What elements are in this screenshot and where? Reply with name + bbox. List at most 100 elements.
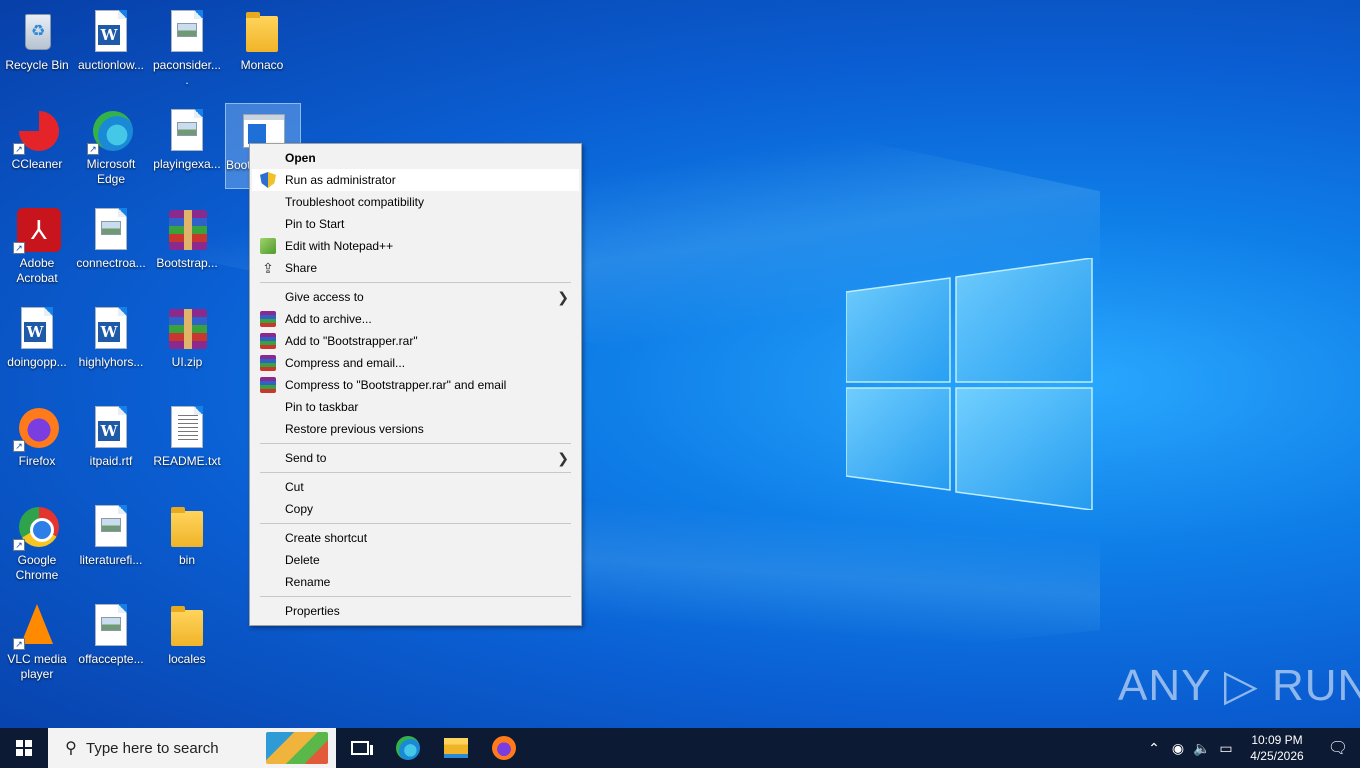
system-tray: ⌃ ◉ 🔈 ▭ 10:09 PM 4/25/2026 🗨 (1142, 728, 1360, 768)
desktop-icon-highlyhors[interactable]: W highlyhors... (74, 301, 148, 370)
desktop-icon-firefox[interactable]: ↗ Firefox (0, 400, 74, 469)
clock-date: 4/25/2026 (1250, 749, 1304, 763)
desktop-icon-bootstrap-rar[interactable]: Bootstrap... (150, 202, 224, 271)
menu-item-edit-with-notepadpp[interactable]: Edit with Notepad++ (252, 235, 579, 257)
desktop-icon-label: VLC media player (7, 652, 67, 681)
menu-item-label: Pin to taskbar (285, 400, 359, 414)
desktop-icon-doingopp[interactable]: W doingopp... (0, 301, 74, 370)
menu-separator (260, 282, 571, 283)
menu-item-delete[interactable]: Delete (252, 549, 579, 571)
shortcut-arrow-icon: ↗ (13, 638, 25, 650)
taskbar-file-explorer-button[interactable] (432, 728, 480, 768)
desktop-icon-label: README.txt (153, 454, 221, 468)
desktop-icon-vlc[interactable]: ↗ VLC media player (0, 598, 74, 682)
menu-item-add-to-archive[interactable]: Add to archive... (252, 308, 579, 330)
menu-item-label: Delete (285, 553, 320, 567)
desktop-icon-google-chrome[interactable]: ↗ Google Chrome (0, 499, 74, 583)
menu-item-restore-previous-versions[interactable]: Restore previous versions (252, 418, 579, 440)
folder-icon (246, 12, 278, 52)
winrar-icon (260, 333, 276, 349)
winrar-icon (260, 355, 276, 371)
word-document-icon: W (95, 10, 127, 52)
folder-icon (171, 507, 203, 547)
image-file-icon (95, 208, 127, 250)
taskbar-clock[interactable]: 10:09 PM 4/25/2026 (1238, 732, 1316, 764)
menu-item-give-access-to[interactable]: Give access to ❯ (252, 286, 579, 308)
desktop-icon-label: Google Chrome (15, 553, 59, 582)
shortcut-arrow-icon: ↗ (13, 539, 25, 551)
desktop-icon-readme-txt[interactable]: README.txt (150, 400, 224, 469)
menu-item-compress-and-email[interactable]: Compress and email... (252, 352, 579, 374)
recycle-bin-icon: ♻ (25, 14, 51, 50)
notification-icon: 🗨 (1327, 740, 1349, 757)
desktop-icon-paconsider[interactable]: paconsider.... (150, 4, 224, 88)
ccleaner-icon (19, 111, 59, 151)
menu-item-label: Properties (285, 604, 340, 618)
menu-item-create-shortcut[interactable]: Create shortcut (252, 527, 579, 549)
taskbar-firefox-button[interactable] (480, 728, 528, 768)
notification-center-button[interactable]: 🗨 (1316, 728, 1360, 768)
desktop-icon-ui-zip[interactable]: UI.zip (150, 301, 224, 370)
menu-item-properties[interactable]: Properties (252, 600, 579, 622)
desktop-icon-bin-folder[interactable]: bin (150, 499, 224, 568)
menu-item-add-to-bootstrapper-rar[interactable]: Add to "Bootstrapper.rar" (252, 330, 579, 352)
menu-item-send-to[interactable]: Send to ❯ (252, 447, 579, 469)
volume-icon[interactable]: 🔈 (1190, 740, 1214, 757)
search-highlight-art-icon (266, 732, 328, 764)
meet-now-icon[interactable]: ◉ (1166, 740, 1190, 757)
desktop-icon-label: locales (168, 652, 206, 666)
winrar-archive-icon (169, 309, 207, 349)
desktop-icon-label: auctionlow... (77, 58, 145, 72)
search-placeholder: Type here to search (86, 739, 219, 757)
desktop-icon-label: connectroa... (76, 256, 146, 270)
menu-item-share[interactable]: ⇪ Share (252, 257, 579, 279)
menu-separator (260, 443, 571, 444)
menu-item-rename[interactable]: Rename (252, 571, 579, 593)
image-file-icon (171, 10, 203, 52)
search-icon: ⚲ (65, 740, 77, 757)
shortcut-arrow-icon: ↗ (13, 143, 25, 155)
desktop-icon-playingexa[interactable]: playingexa... (150, 103, 224, 172)
show-hidden-icons-chevron-icon[interactable]: ⌃ (1142, 740, 1166, 757)
desktop-icon-locales[interactable]: locales (150, 598, 224, 667)
menu-item-copy[interactable]: Copy (252, 498, 579, 520)
desktop-icon-ccleaner[interactable]: ↗ CCleaner (0, 103, 74, 172)
desktop-icon-label: doingopp... (7, 355, 67, 369)
network-icon[interactable]: ▭ (1214, 740, 1238, 757)
desktop-icon-recycle-bin[interactable]: ♻ Recycle Bin (0, 4, 74, 73)
chrome-icon (19, 507, 59, 547)
desktop-icon-label: Bootstrap... (156, 256, 218, 270)
windows-start-icon (16, 740, 32, 756)
menu-item-label: Compress and email... (285, 356, 406, 370)
taskbar: ⚲ Type here to search ⌃ ◉ 🔈 ▭ 10:09 PM 4… (0, 728, 1360, 768)
menu-item-open[interactable]: Open (252, 147, 579, 169)
menu-item-cut[interactable]: Cut (252, 476, 579, 498)
desktop-icon-itpaid-rtf[interactable]: W itpaid.rtf (74, 400, 148, 469)
menu-item-label: Edit with Notepad++ (285, 239, 394, 253)
menu-item-label: Share (285, 261, 318, 275)
task-view-button[interactable] (336, 728, 384, 768)
desktop-icon-offaccepte[interactable]: offaccepte... (74, 598, 148, 667)
context-menu: Open Run as administrator Troubleshoot c… (249, 143, 582, 626)
menu-item-run-as-administrator[interactable]: Run as administrator (252, 169, 579, 191)
taskbar-edge-button[interactable] (384, 728, 432, 768)
menu-item-label: Rename (285, 575, 331, 589)
menu-item-label: Add to archive... (285, 312, 372, 326)
desktop-icon-label: CCleaner (11, 157, 63, 171)
taskbar-search-box[interactable]: ⚲ Type here to search (48, 728, 336, 768)
menu-item-pin-to-start[interactable]: Pin to Start (252, 213, 579, 235)
menu-item-troubleshoot-compatibility[interactable]: Troubleshoot compatibility (252, 191, 579, 213)
start-button[interactable] (0, 728, 48, 768)
task-view-icon (351, 741, 373, 755)
vlc-cone-icon (21, 604, 53, 644)
menu-item-pin-to-taskbar[interactable]: Pin to taskbar (252, 396, 579, 418)
desktop-icon-connectroa[interactable]: connectroa... (74, 202, 148, 271)
desktop-icon-adobe-acrobat[interactable]: ⅄ ↗ Adobe Acrobat (0, 202, 74, 286)
desktop-icon-auctionlow[interactable]: W auctionlow... (74, 4, 148, 73)
desktop-icon-monaco[interactable]: Monaco (225, 4, 299, 73)
desktop-icon-literaturefi[interactable]: literaturefi... (74, 499, 148, 568)
desktop-icon-microsoft-edge[interactable]: ↗ Microsoft Edge (74, 103, 148, 187)
menu-item-compress-to-rar-and-email[interactable]: Compress to "Bootstrapper.rar" and email (252, 374, 579, 396)
winrar-icon (260, 377, 276, 393)
menu-item-label: Create shortcut (285, 531, 368, 545)
